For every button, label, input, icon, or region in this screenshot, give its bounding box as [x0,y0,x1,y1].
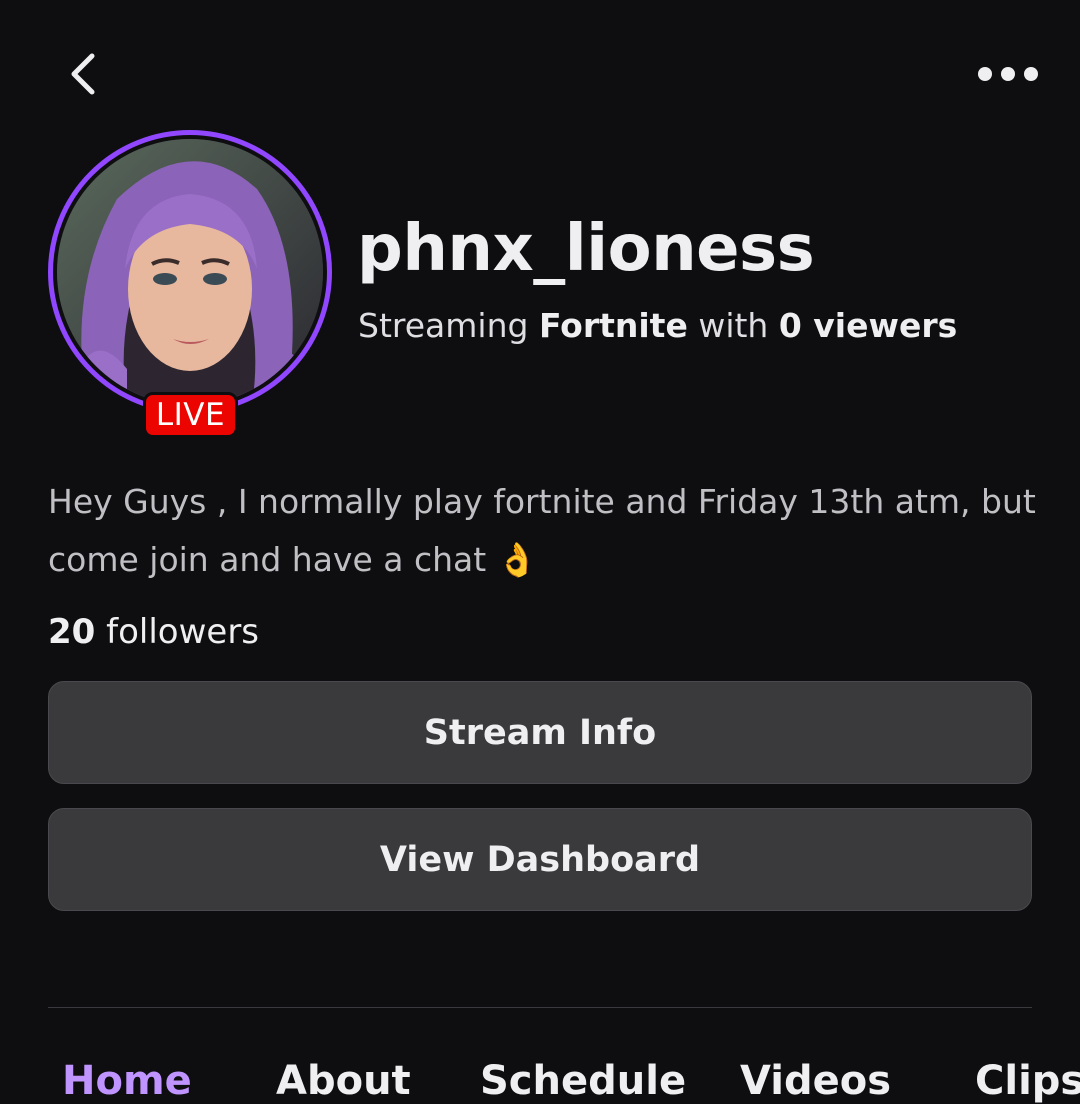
followers-label: followers [106,612,260,652]
more-options-button[interactable] [972,52,1044,96]
profile-tabs: Home About Schedule Videos Clips [0,1058,1080,1104]
stream-info-button[interactable]: Stream Info [48,681,1032,784]
tab-clips[interactable]: Clips [975,1058,1080,1104]
followers-count: 20 followers [48,612,259,652]
streaming-mid: with [698,306,769,345]
streaming-status: Streaming Fortnite with 0 viewers [358,306,957,345]
divider [48,1007,1032,1008]
streaming-prefix: Streaming [358,306,529,345]
channel-bio: Hey Guys , I normally play fortnite and … [48,482,1036,579]
tab-home[interactable]: Home [62,1058,192,1104]
view-dashboard-button[interactable]: View Dashboard [48,808,1032,911]
tab-videos[interactable]: Videos [740,1058,891,1104]
channel-username: phnx_lioness [357,212,815,286]
tab-schedule[interactable]: Schedule [480,1058,686,1104]
back-button[interactable] [58,46,114,102]
avatar[interactable] [48,130,332,414]
more-horizontal-icon [978,67,1038,81]
live-badge: LIVE [143,392,238,438]
followers-number: 20 [48,612,96,652]
avatar-image [57,139,323,405]
game-link[interactable]: Fortnite [539,306,688,345]
chevron-left-icon [71,53,95,95]
tab-about[interactable]: About [276,1058,411,1104]
viewer-count: 0 viewers [778,306,958,345]
